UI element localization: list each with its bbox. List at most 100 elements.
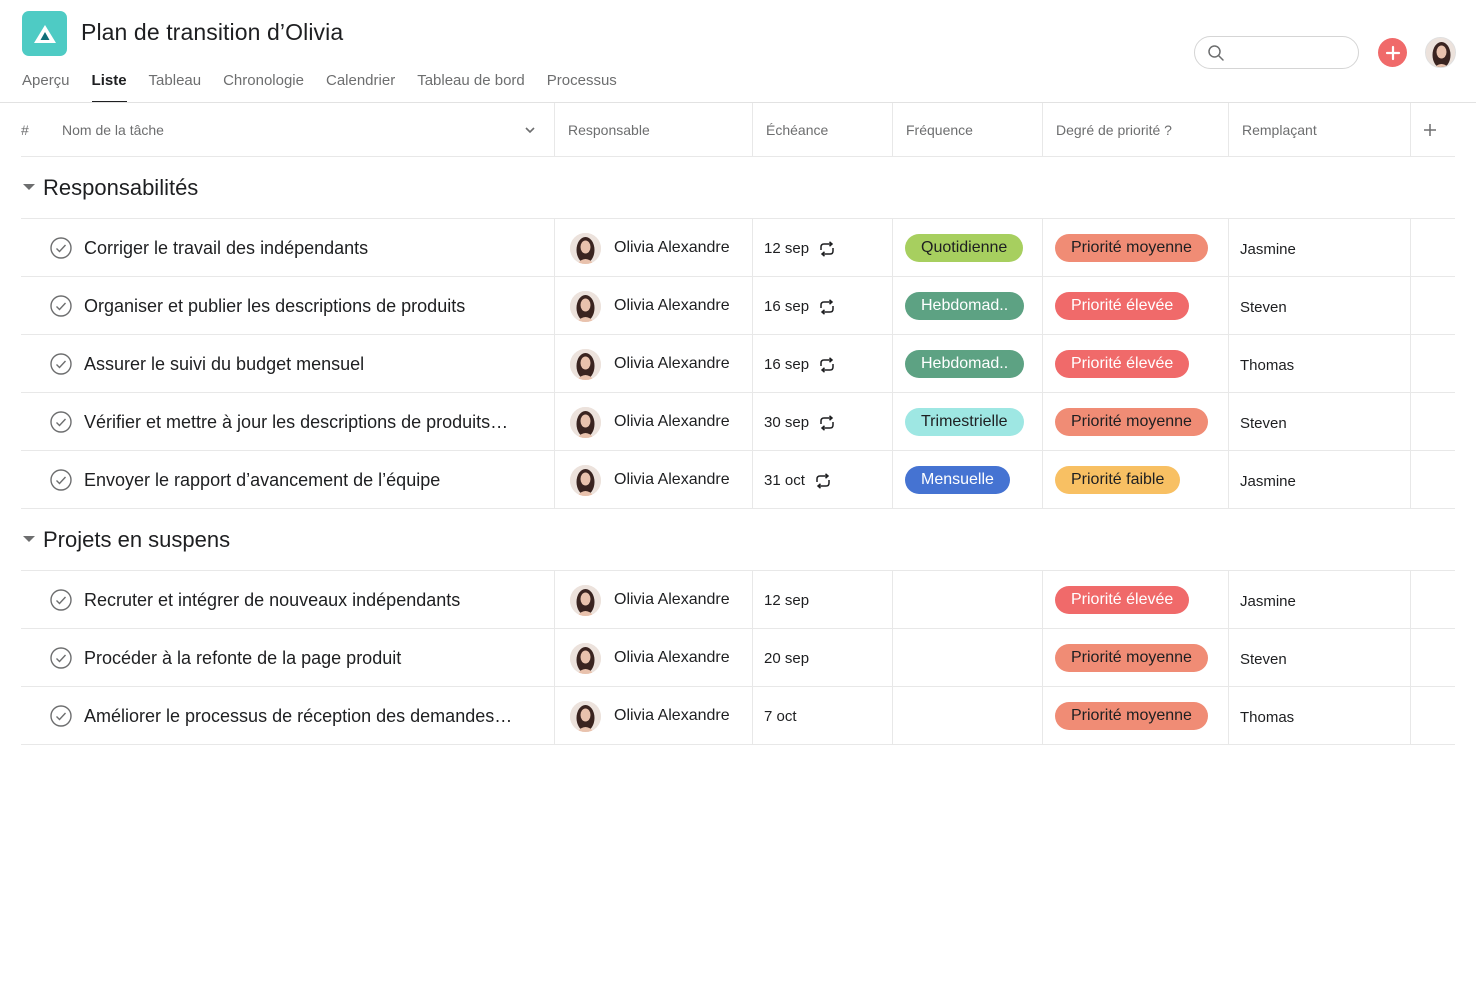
recurring-icon [817, 414, 837, 431]
replacement-name[interactable]: Steven [1240, 299, 1287, 316]
replacement-name[interactable]: Thomas [1240, 357, 1294, 374]
task-name[interactable]: Vérifier et mettre à jour les descriptio… [84, 412, 554, 433]
due-date-cell[interactable]: 30 sep [764, 414, 837, 431]
column-frequency-header[interactable]: Fréquence [906, 103, 973, 157]
task-name[interactable]: Améliorer le processus de réception des … [84, 706, 554, 727]
replacement-name[interactable]: Jasmine [1240, 241, 1296, 258]
task-row[interactable]: Envoyer le rapport d’avancement de l’équ… [21, 451, 1455, 509]
task-name[interactable]: Procéder à la refonte de la page produit [84, 648, 554, 669]
replacement-name[interactable]: Steven [1240, 651, 1287, 668]
assignee-name[interactable]: Olivia Alexandre [614, 649, 730, 667]
tab-chronologie[interactable]: Chronologie [223, 70, 304, 103]
priority-badge[interactable]: Priorité moyenne [1055, 408, 1208, 436]
assignee-name[interactable]: Olivia Alexandre [614, 471, 730, 489]
tab-tableau-de-bord[interactable]: Tableau de bord [417, 70, 525, 103]
column-task-header[interactable]: Nom de la tâche [62, 103, 164, 157]
assignee-avatar[interactable] [570, 291, 601, 322]
due-date-cell[interactable]: 31 oct [764, 472, 833, 489]
due-date-cell[interactable]: 16 sep [764, 298, 837, 315]
complete-check-icon[interactable] [50, 589, 72, 611]
column-sort-chevron-icon[interactable] [523, 103, 537, 157]
assignee-avatar[interactable] [570, 465, 601, 496]
due-date: 20 sep [764, 650, 810, 667]
due-date-cell[interactable]: 20 sep [764, 650, 809, 667]
priority-badge[interactable]: Priorité élevée [1055, 292, 1190, 320]
column-priority-header[interactable]: Degré de priorité ? [1056, 103, 1172, 157]
complete-check-icon[interactable] [50, 705, 72, 727]
task-name[interactable]: Recruter et intégrer de nouveaux indépen… [84, 590, 554, 611]
task-row[interactable]: Organiser et publier les descriptions de… [21, 277, 1455, 335]
assignee-avatar[interactable] [570, 701, 601, 732]
complete-check-icon[interactable] [50, 469, 72, 491]
assignee-avatar[interactable] [570, 585, 601, 616]
due-date-cell[interactable]: 7 oct [764, 708, 797, 725]
due-date: 16 sep [764, 356, 810, 373]
complete-check-icon[interactable] [50, 411, 72, 433]
complete-check-icon[interactable] [50, 295, 72, 317]
search-input[interactable] [1194, 36, 1359, 69]
task-name[interactable]: Assurer le suivi du budget mensuel [84, 354, 554, 375]
due-date: 7 oct [764, 708, 797, 725]
due-date: 30 sep [764, 414, 810, 431]
priority-badge[interactable]: Priorité moyenne [1055, 702, 1208, 730]
priority-badge[interactable]: Priorité faible [1055, 466, 1181, 494]
tab-apercu[interactable]: Aperçu [22, 70, 70, 103]
assignee-name[interactable]: Olivia Alexandre [614, 355, 730, 373]
frequency-badge[interactable]: Quotidienne [905, 234, 1024, 262]
add-column-plus-icon[interactable] [1423, 103, 1437, 157]
assignee-name[interactable]: Olivia Alexandre [614, 239, 730, 257]
replacement-name[interactable]: Thomas [1240, 709, 1294, 726]
task-name[interactable]: Organiser et publier les descriptions de… [84, 296, 554, 317]
task-row[interactable]: Assurer le suivi du budget mensuel Olivia… [21, 335, 1455, 393]
tab-liste[interactable]: Liste [91, 70, 127, 103]
priority-badge[interactable]: Priorité moyenne [1055, 644, 1208, 672]
section-title[interactable]: Projets en suspens [43, 527, 230, 553]
column-assignee-header[interactable]: Responsable [568, 103, 650, 157]
column-due-header[interactable]: Échéance [766, 103, 828, 157]
priority-badge[interactable]: Priorité élevée [1055, 350, 1190, 378]
due-date-cell[interactable]: 16 sep [764, 356, 837, 373]
assignee-avatar[interactable] [570, 407, 601, 438]
replacement-name[interactable]: Steven [1240, 415, 1287, 432]
priority-badge[interactable]: Priorité moyenne [1055, 234, 1208, 262]
tab-tableau[interactable]: Tableau [149, 70, 202, 103]
section-collapse-caret-icon[interactable] [23, 536, 35, 542]
frequency-badge[interactable]: Trimestrielle [905, 408, 1024, 436]
due-date: 16 sep [764, 298, 810, 315]
tab-processus[interactable]: Processus [547, 70, 617, 103]
complete-check-icon[interactable] [50, 647, 72, 669]
task-name[interactable]: Envoyer le rapport d’avancement de l’équ… [84, 470, 554, 491]
priority-badge[interactable]: Priorité élevée [1055, 586, 1190, 614]
task-row[interactable]: Améliorer le processus de réception des … [21, 687, 1455, 745]
assignee-avatar[interactable] [570, 349, 601, 380]
task-row[interactable]: Recruter et intégrer de nouveaux indépen… [21, 571, 1455, 629]
task-name[interactable]: Corriger le travail des indépendants [84, 238, 554, 259]
section-collapse-caret-icon[interactable] [23, 184, 35, 190]
assignee-name[interactable]: Olivia Alexandre [614, 591, 730, 609]
due-date-cell[interactable]: 12 sep [764, 592, 809, 609]
assignee-avatar[interactable] [570, 643, 601, 674]
assignee-name[interactable]: Olivia Alexandre [614, 707, 730, 725]
task-row[interactable]: Procéder à la refonte de la page produit… [21, 629, 1455, 687]
complete-check-icon[interactable] [50, 353, 72, 375]
tab-calendrier[interactable]: Calendrier [326, 70, 395, 103]
recurring-icon [813, 472, 833, 489]
replacement-name[interactable]: Jasmine [1240, 593, 1296, 610]
complete-check-icon[interactable] [50, 237, 72, 259]
frequency-badge[interactable]: Mensuelle [905, 466, 1010, 494]
task-row[interactable]: Corriger le travail des indépendants Oliv… [21, 219, 1455, 277]
user-avatar[interactable] [1425, 37, 1456, 68]
assignee-avatar[interactable] [570, 233, 601, 264]
assignee-name[interactable]: Olivia Alexandre [614, 413, 730, 431]
recurring-icon [817, 240, 837, 257]
frequency-badge[interactable]: Hebdomad.. [905, 292, 1025, 320]
section-title[interactable]: Responsabilités [43, 175, 198, 201]
replacement-name[interactable]: Jasmine [1240, 473, 1296, 490]
frequency-badge[interactable]: Hebdomad.. [905, 350, 1025, 378]
assignee-name[interactable]: Olivia Alexandre [614, 297, 730, 315]
task-row[interactable]: Vérifier et mettre à jour les descriptio… [21, 393, 1455, 451]
add-button[interactable] [1378, 38, 1407, 67]
column-replacement-header[interactable]: Remplaçant [1242, 103, 1317, 157]
project-tabs: Aperçu Liste Tableau Chronologie Calendr… [22, 70, 639, 103]
due-date-cell[interactable]: 12 sep [764, 240, 837, 257]
